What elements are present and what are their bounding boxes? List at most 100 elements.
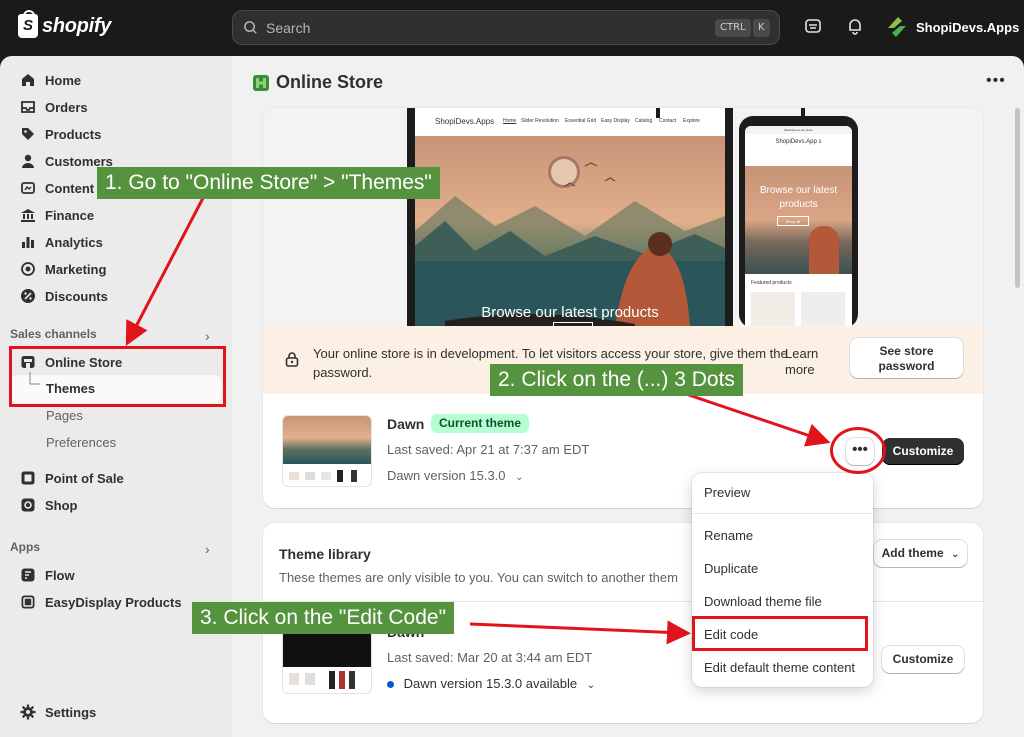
phone-stand (656, 108, 660, 118)
store-switch-icon[interactable] (803, 16, 827, 40)
search-icon (244, 21, 257, 34)
shopify-logo[interactable]: S shopify (18, 10, 111, 38)
sidebar-label: Finance (45, 207, 95, 223)
highlight-edit-code (692, 616, 868, 651)
chevron-down-icon: ⌄ (586, 680, 596, 691)
bar-chart-icon (22, 237, 34, 248)
see-store-password-button[interactable]: See store password (850, 338, 963, 378)
laptop-nav-link: Contact (659, 118, 677, 124)
sidebar-label: Settings (45, 704, 97, 720)
laptop-brand: ShopiDevs.Apps (435, 117, 495, 126)
library-theme-last-saved: Last saved: Mar 20 at 3:44 am EDT (387, 650, 593, 665)
phone-product-tile (751, 292, 795, 328)
laptop-hero: Browse our latest products (415, 136, 725, 328)
phone-hero: Browse our latest products Shop all (745, 166, 852, 274)
phone-brand: ShopiDevs.App s (775, 139, 822, 145)
sidebar-item-easydisplay[interactable]: EasyDisplay Products (20, 592, 182, 612)
shortcut-ctrl: CTRL (715, 19, 751, 37)
tag-icon (22, 128, 34, 140)
learn-more-link[interactable]: Learn more (785, 346, 829, 378)
scrollbar[interactable] (1015, 108, 1020, 288)
person-icon (22, 154, 34, 168)
online-store-icon (253, 74, 269, 91)
chevron-down-icon: ⌄ (515, 472, 524, 483)
page-title-text: Online Store (276, 72, 384, 92)
current-theme-thumbnail[interactable] (282, 415, 372, 487)
bell-icon[interactable] (845, 16, 869, 40)
customize-button[interactable]: Customize (882, 438, 964, 465)
sidebar-item-orders[interactable]: Orders (20, 97, 88, 117)
inbox-icon (21, 101, 35, 113)
search-input[interactable]: Search CTRL K (232, 10, 780, 45)
sidebar-item-point-of-sale[interactable]: Point of Sale (20, 468, 124, 488)
library-description-text: These themes are only visible to you. Yo… (279, 570, 678, 585)
sidebar-label: Flow (45, 567, 75, 583)
sidebar-label: Analytics (45, 234, 103, 250)
theme-actions-menu: Preview Rename Duplicate Download theme … (692, 473, 873, 687)
highlight-dots-circle (830, 427, 886, 474)
menu-item-duplicate[interactable]: Duplicate (704, 561, 758, 576)
sidebar-item-settings[interactable]: Settings (20, 702, 96, 722)
theme-preview[interactable]: ShopiDevs.Apps Home Slider Revolution Es… (263, 108, 983, 328)
phone-hero-text: Browse our latest products (759, 185, 838, 210)
library-theme-version[interactable]: Dawn version 15.3.0 available ⌄ (387, 676, 595, 691)
discount-icon (21, 289, 35, 303)
menu-item-download-theme-file[interactable]: Download theme file (704, 594, 822, 609)
annotation-step-3: 3. Click on the "Edit Code" (192, 602, 455, 634)
version-text: Dawn version 15.3.0 (387, 468, 506, 483)
phone-announcement: Welcome to our store (745, 126, 852, 134)
chevron-right-icon[interactable]: › (205, 328, 210, 344)
store-name: ShopiDevs.Apps (916, 19, 1020, 35)
sidebar-item-finance[interactable]: Finance (20, 205, 94, 225)
search-placeholder: Search (266, 19, 311, 36)
phone-figure (809, 226, 839, 274)
sidebar-label: Products (45, 126, 102, 142)
page-more-actions-icon[interactable]: ••• (986, 72, 1006, 90)
add-theme-button[interactable]: Add theme ⌄ (874, 540, 967, 567)
sidebar-item-shop[interactable]: Shop (20, 495, 78, 515)
apps-label: Apps (10, 540, 40, 554)
bank-icon (21, 209, 35, 222)
chevron-right-icon[interactable]: › (205, 541, 210, 557)
sidebar-item-content[interactable]: Content (20, 178, 94, 198)
menu-item-preview[interactable]: Preview (704, 485, 750, 500)
laptop-hero-text: Browse our latest products (481, 304, 659, 321)
sidebar-item-flow[interactable]: Flow (20, 565, 75, 585)
theme-library-title: Theme library (279, 546, 371, 562)
sidebar-item-discounts[interactable]: Discounts (20, 286, 108, 306)
menu-divider (692, 513, 873, 514)
add-theme-label: Add theme (881, 546, 944, 560)
current-theme-version[interactable]: Dawn version 15.3.0 ⌄ (387, 468, 524, 483)
sidebar-item-pages[interactable]: Pages (46, 408, 83, 423)
gear-icon (20, 704, 36, 720)
top-bar: S shopify Search CTRL K ShopiDevs.Apps (0, 0, 1024, 56)
shop-app-icon (21, 498, 35, 512)
sidebar-label: Point of Sale (45, 470, 124, 486)
home-icon (22, 74, 34, 86)
flow-icon (21, 568, 35, 582)
laptop-nav: ShopiDevs.Apps Home Slider Revolution Es… (415, 108, 725, 136)
library-customize-button[interactable]: Customize (882, 646, 964, 673)
sidebar-item-products[interactable]: Products (20, 124, 101, 144)
laptop-nav-link: Slider Revolution (521, 118, 559, 124)
menu-item-edit-default-theme-content[interactable]: Edit default theme content (704, 660, 855, 675)
laptop-nav-link: Explore (683, 118, 700, 124)
current-theme-badge: Current theme (431, 414, 530, 433)
library-version-text: Dawn version 15.3.0 available (403, 676, 578, 691)
sidebar-item-analytics[interactable]: Analytics (20, 232, 103, 252)
store-account[interactable]: ShopiDevs.Apps (884, 14, 1019, 40)
landscape-illustration (415, 162, 725, 328)
annotation-step-2: 2. Click on the (...) 3 Dots (490, 364, 743, 396)
menu-item-rename[interactable]: Rename (704, 528, 753, 543)
phone-preview: Welcome to our store ShopiDevs.App s Bro… (739, 116, 858, 328)
laptop-preview: ShopiDevs.Apps Home Slider Revolution Es… (407, 108, 733, 328)
sidebar-item-home[interactable]: Home (20, 70, 81, 90)
sidebar-item-preferences[interactable]: Preferences (46, 435, 116, 450)
target-icon (21, 262, 35, 276)
sidebar-label: Discounts (45, 288, 108, 304)
sidebar-label: Marketing (45, 261, 107, 277)
update-dot-icon (387, 681, 394, 688)
sidebar-item-marketing[interactable]: Marketing (20, 259, 106, 279)
laptop-nav-link: Essential Grid (565, 118, 597, 124)
current-theme-name: Dawn (387, 416, 425, 432)
